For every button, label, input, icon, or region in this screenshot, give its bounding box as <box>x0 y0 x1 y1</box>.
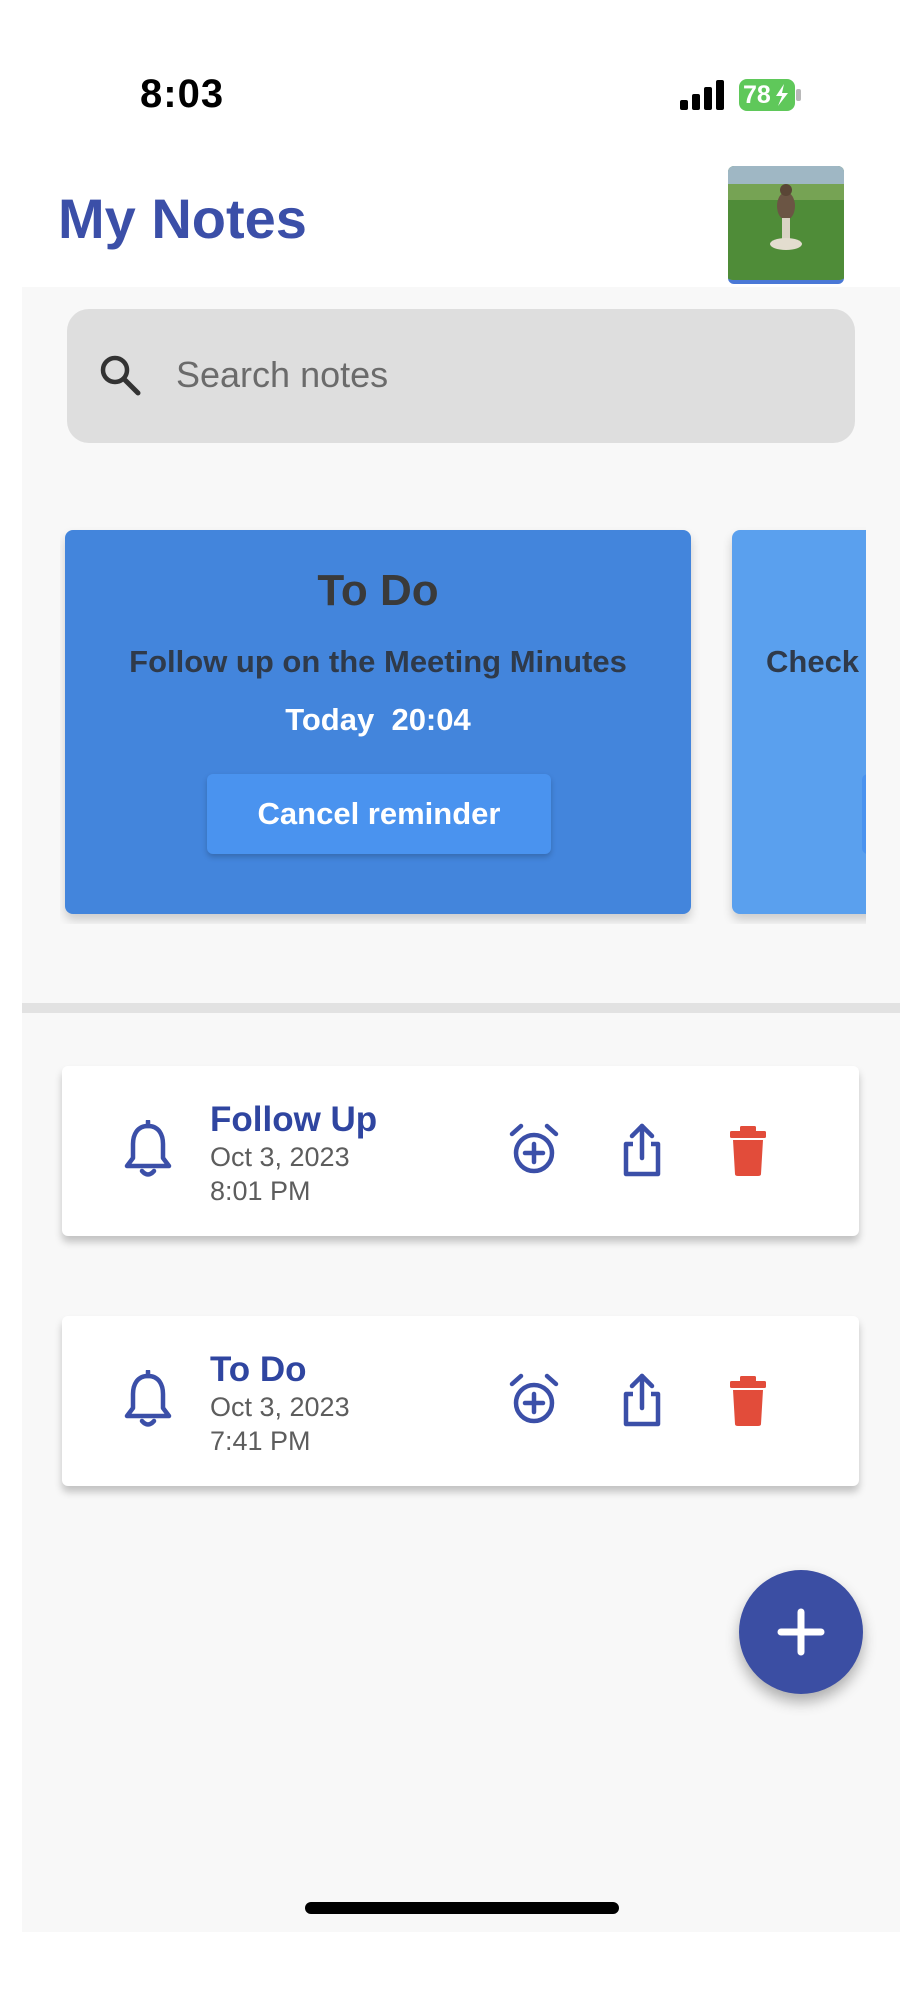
reminder-card-time: Today 20:04 <box>285 702 471 737</box>
alarm-add-icon[interactable] <box>508 1122 560 1178</box>
reminder-card-note: Follow up on the Meeting Minutes <box>129 644 627 679</box>
home-indicator <box>305 1902 619 1914</box>
search-icon <box>100 355 141 396</box>
add-note-button[interactable] <box>739 1570 863 1694</box>
page-title: My Notes <box>58 187 307 250</box>
alarm-add-icon[interactable] <box>508 1372 560 1428</box>
share-icon[interactable] <box>616 1372 668 1428</box>
bell-icon <box>124 1120 172 1177</box>
avatar[interactable] <box>728 166 844 284</box>
note-time: 8:01 PM <box>210 1176 311 1206</box>
share-icon[interactable] <box>616 1122 668 1178</box>
battery-indicator: 78 <box>738 78 802 112</box>
reminder-card-note: Check <box>766 644 860 679</box>
trash-icon[interactable] <box>722 1372 774 1428</box>
plus-icon <box>777 1608 825 1656</box>
section-divider <box>22 1003 900 1013</box>
reminder-card[interactable]: Check <box>732 530 866 914</box>
note-date: Oct 3, 2023 <box>210 1392 350 1422</box>
note-date: Oct 3, 2023 <box>210 1142 350 1172</box>
bell-icon <box>124 1370 172 1427</box>
cancel-reminder-button[interactable] <box>862 774 866 854</box>
cancel-reminder-button[interactable]: Cancel reminder <box>207 774 551 854</box>
search-input[interactable] <box>174 346 818 404</box>
status-time: 8:03 <box>140 72 225 116</box>
note-title: Follow Up <box>210 1100 378 1139</box>
note-time: 7:41 PM <box>210 1426 311 1456</box>
trash-icon[interactable] <box>722 1122 774 1178</box>
note-title: To Do <box>210 1350 307 1389</box>
note-item[interactable]: To Do Oct 3, 2023 7:41 PM <box>62 1316 859 1486</box>
note-item[interactable]: Follow Up Oct 3, 2023 8:01 PM <box>62 1066 859 1236</box>
reminder-carousel[interactable]: To Do Follow up on the Meeting Minutes T… <box>60 526 866 924</box>
profile-photo-icon <box>728 166 844 280</box>
battery-level: 78 <box>743 81 771 109</box>
reminder-card-title: To Do <box>317 566 439 615</box>
signal-icon <box>680 80 724 110</box>
reminder-card[interactable]: To Do Follow up on the Meeting Minutes T… <box>65 530 691 914</box>
